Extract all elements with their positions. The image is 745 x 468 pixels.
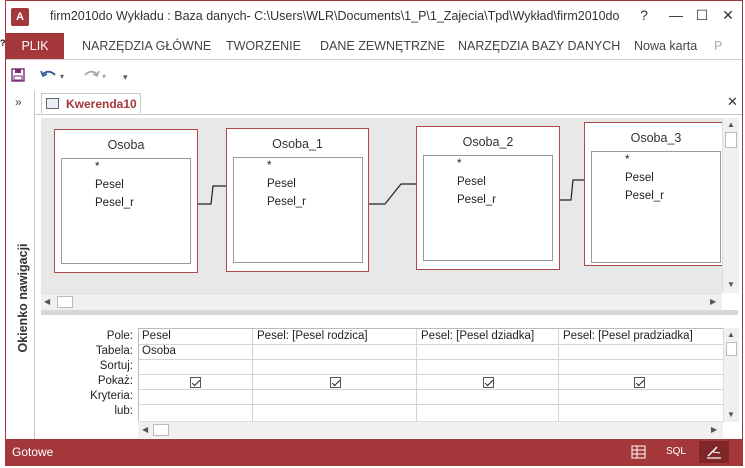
- tab-create[interactable]: TWORZENIE: [226, 33, 301, 59]
- tab-overflow[interactable]: P: [714, 33, 722, 59]
- field-pesel[interactable]: Pesel: [95, 179, 124, 191]
- access-app-icon[interactable]: A: [11, 8, 29, 26]
- expand-chevron-icon[interactable]: »: [15, 95, 22, 109]
- table-osoba-1[interactable]: Osoba_1 * Pesel Pesel_r: [226, 128, 369, 272]
- table-osoba-3[interactable]: Osoba_3 * Pesel Pesel_r: [584, 122, 722, 266]
- row-label-field: Pole:: [106, 330, 133, 342]
- row-label-show: Pokaż:: [97, 375, 133, 387]
- help-button[interactable]: ?: [634, 7, 654, 23]
- row-label-sort: Sortuj:: [99, 360, 133, 372]
- table-osoba[interactable]: Osoba * Pesel Pesel_r: [54, 129, 198, 273]
- query-icon: [46, 98, 59, 109]
- window-title: firm2010do Wykładu : Baza danych- C:\Use…: [50, 9, 620, 23]
- grid-lines: [139, 329, 724, 423]
- scroll-right-icon[interactable]: ▶: [711, 425, 717, 434]
- show-checkbox[interactable]: [190, 377, 201, 388]
- row-labels: Pole: Tabela: Sortuj: Pokaż: Kryteria: l…: [41, 329, 133, 423]
- quick-access-toolbar: ▾ ▾ ▾: [6, 60, 742, 90]
- undo-icon[interactable]: [40, 69, 58, 81]
- minimize-button[interactable]: —: [666, 7, 686, 23]
- document-close-icon[interactable]: ✕: [727, 94, 738, 110]
- grid-field-cell[interactable]: Pesel: [Pesel rodzica]: [257, 330, 415, 342]
- design-view-button[interactable]: [699, 441, 729, 463]
- customize-icon[interactable]: ▾: [123, 72, 128, 83]
- field-pesel-r[interactable]: Pesel_r: [95, 197, 134, 209]
- close-button[interactable]: ✕: [718, 7, 738, 24]
- scroll-up-icon[interactable]: ▲: [727, 330, 735, 339]
- field-list: * Pesel Pesel_r: [61, 158, 191, 264]
- field-pesel[interactable]: Pesel: [625, 172, 654, 184]
- show-checkbox[interactable]: [634, 377, 645, 388]
- table-title[interactable]: Osoba: [55, 138, 197, 152]
- field-pesel[interactable]: Pesel: [457, 176, 486, 188]
- grid-field-cell[interactable]: Pesel: [Pesel dziadka]: [421, 330, 557, 342]
- datasheet-view-icon[interactable]: [624, 444, 652, 462]
- status-text: Gotowe: [12, 445, 54, 459]
- row-label-or: lub:: [114, 405, 133, 417]
- title-bar: A firm2010do Wykładu : Baza danych- C:\U…: [6, 1, 742, 33]
- navigation-pane-label[interactable]: Okienko nawigacji: [16, 243, 30, 353]
- navigation-pane[interactable]: » Okienko nawigacji: [10, 91, 35, 439]
- scroll-down-icon[interactable]: ▼: [727, 410, 735, 419]
- query-grid-area: Pole: Tabela: Sortuj: Pokaż: Kryteria: l…: [41, 315, 739, 439]
- scroll-thumb[interactable]: [153, 424, 169, 436]
- redo-icon[interactable]: [82, 69, 100, 81]
- scroll-thumb[interactable]: [725, 132, 737, 148]
- field-all[interactable]: *: [625, 154, 629, 166]
- table-title[interactable]: Osoba_1: [227, 137, 368, 151]
- scroll-left-icon[interactable]: ◀: [142, 425, 148, 434]
- field-pesel-r[interactable]: Pesel_r: [625, 190, 664, 202]
- row-label-criteria: Kryteria:: [90, 390, 133, 402]
- show-checkbox[interactable]: [330, 377, 341, 388]
- scroll-down-icon[interactable]: ▼: [727, 280, 735, 289]
- field-pesel-r[interactable]: Pesel_r: [457, 194, 496, 206]
- scroll-up-icon[interactable]: ▲: [727, 120, 735, 129]
- field-all[interactable]: *: [95, 161, 99, 173]
- table-osoba-2[interactable]: Osoba_2 * Pesel Pesel_r: [416, 126, 560, 270]
- grid-vertical-scrollbar[interactable]: ▲ ▼: [723, 328, 739, 422]
- table-title[interactable]: Osoba_2: [417, 135, 559, 149]
- grid-horizontal-scrollbar[interactable]: ◀ ▶: [138, 421, 723, 438]
- field-all[interactable]: *: [267, 160, 271, 172]
- tab-new[interactable]: Nowa karta: [634, 33, 697, 59]
- tab-home[interactable]: NARZĘDZIA GŁÓWNE: [82, 33, 211, 59]
- scroll-thumb[interactable]: [57, 296, 73, 308]
- tab-kwerenda10[interactable]: Kwerenda10: [41, 93, 141, 114]
- scroll-left-icon[interactable]: ◀: [44, 297, 50, 306]
- design-vertical-scrollbar[interactable]: ▲ ▼: [722, 118, 739, 293]
- field-list: * Pesel Pesel_r: [233, 157, 363, 263]
- save-icon[interactable]: [11, 68, 25, 82]
- ribbon-tabs: PLIK NARZĘDZIA GŁÓWNE TWORZENIE DANE ZEW…: [6, 33, 742, 60]
- tab-external-data[interactable]: DANE ZEWNĘTRZNE: [320, 33, 445, 59]
- undo-dropdown-icon[interactable]: ▾: [60, 72, 64, 81]
- design-horizontal-scrollbar[interactable]: ◀ ▶: [41, 293, 722, 310]
- field-pesel-r[interactable]: Pesel_r: [267, 196, 306, 208]
- scroll-thumb[interactable]: [726, 342, 737, 356]
- grid-table-cell[interactable]: Osoba: [142, 345, 250, 357]
- tab-database-tools[interactable]: NARZĘDZIA BAZY DANYCH: [458, 33, 620, 59]
- table-title[interactable]: Osoba_3: [585, 131, 722, 145]
- status-bar: Gotowe SQL: [6, 439, 742, 465]
- access-window: A firm2010do Wykładu : Baza danych- C:\U…: [5, 0, 743, 466]
- document-tab-label: Kwerenda10: [66, 97, 137, 111]
- grid-field-cell[interactable]: Pesel: [142, 330, 250, 342]
- field-pesel[interactable]: Pesel: [267, 178, 296, 190]
- field-list: * Pesel Pesel_r: [423, 155, 553, 261]
- document-tab-bar: Kwerenda10 ✕: [35, 91, 742, 115]
- design-view-icon: [707, 446, 721, 459]
- grid-field-cell[interactable]: Pesel: [Pesel pradziadka]: [563, 330, 723, 342]
- sql-view-button[interactable]: SQL: [662, 443, 690, 461]
- scroll-right-icon[interactable]: ▶: [710, 297, 716, 306]
- field-list: * Pesel Pesel_r: [591, 151, 721, 263]
- tab-file[interactable]: PLIK: [6, 33, 64, 59]
- query-grid[interactable]: Pesel Osoba Pesel: [Pesel rodzica] Pesel…: [138, 328, 724, 423]
- show-checkbox[interactable]: [483, 377, 494, 388]
- restore-button[interactable]: ☐: [692, 7, 712, 24]
- field-all[interactable]: *: [457, 158, 461, 170]
- table-design-area[interactable]: Osoba * Pesel Pesel_r Osoba_1 * Pesel Pe…: [41, 118, 722, 293]
- redo-dropdown-icon[interactable]: ▾: [102, 72, 106, 81]
- row-label-table: Tabela:: [95, 345, 133, 357]
